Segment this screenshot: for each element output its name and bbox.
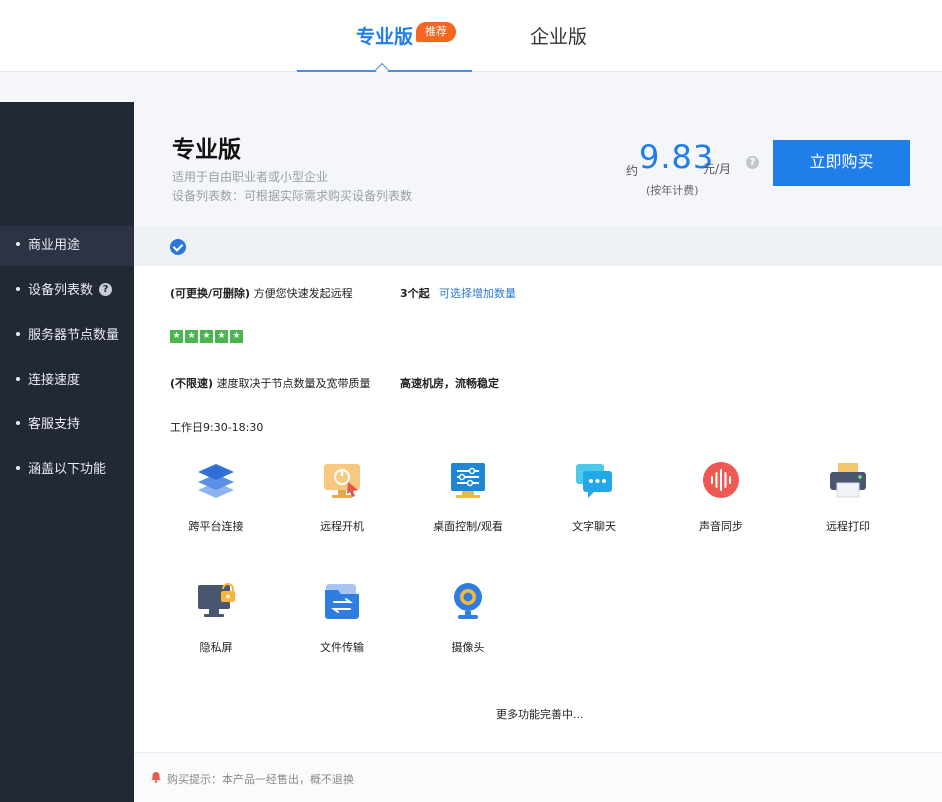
feature-sidebar: 商业用途 设备列表数? 服务器节点数量 连接速度 客服支持 涵盖以下功能 [0,102,134,802]
feature-cross-platform: 跨平台连接 [161,460,271,550]
camera-icon [454,583,482,619]
feature-label: 远程开机 [320,520,364,533]
sidebar-item-business-use: 商业用途 [0,226,134,266]
business-use-row [134,226,942,266]
feature-audio-sync: 声音同步 [666,460,776,550]
privacy-screen-icon [198,583,235,617]
star-icon: ★ [170,330,183,343]
more-features-note: 更多功能完善中... [496,708,584,721]
desktop-control-icon [451,463,485,498]
feature-label: 文字聊天 [572,520,616,533]
feature-label: 桌面控制/观看 [433,520,503,533]
plan-tabs: 专业版 推荐 企业版 [0,0,942,78]
sidebar-item-label: 连接速度 [28,373,81,388]
speed-desc: (不限速) 速度取决于节点数量及宽带质量 [170,375,371,391]
star-icon: ★ [230,330,243,343]
price-help-icon[interactable]: ? [746,156,759,169]
plan-device-note: 设备列表数：可根据实际需求购买设备列表数 [172,189,413,203]
sidebar-item-label: 涵盖以下功能 [28,462,107,477]
speed-desc-text: 速度取决于节点数量及宽带质量 [216,377,371,390]
feature-camera: 摄像头 [413,581,523,671]
speed-value: 高速机房，流畅稳定 [400,377,499,390]
feature-file-transfer: 文件传输 [287,581,397,671]
purchase-notice: 购买提示：本产品一经售出，概不退换 [134,753,942,802]
device-desc-bold: (可更换/可删除) [170,287,251,300]
buy-now-button[interactable]: 立即购买 [773,140,910,186]
price-note: (按年计费) [646,184,699,197]
device-list-desc: (可更换/可删除) 方便您快速发起远程 [170,285,353,301]
feature-remote-boot: 远程开机 [287,460,397,550]
bullet-icon [16,420,20,425]
device-count: 3个起 [400,287,430,300]
bullet-icon [16,286,20,291]
feature-remote-print: 远程打印 [793,460,903,550]
price-unit: 元/月 [703,162,732,176]
recommend-badge: 推荐 [416,22,456,42]
price-prefix: 约 [626,164,639,178]
feature-label: 摄像头 [451,641,485,654]
sidebar-item-label: 商业用途 [28,238,81,253]
bullet-icon [16,465,20,470]
tab-pro[interactable]: 专业版 [356,24,413,52]
help-icon[interactable]: ? [99,283,113,296]
star-icon: ★ [185,330,198,343]
support-hours: 工作日9:30-18:30 [170,421,264,434]
audio-wave-icon [703,462,739,498]
feature-label: 远程打印 [826,520,870,533]
sidebar-item-label: 服务器节点数量 [28,328,120,343]
check-icon [170,239,186,255]
feature-label: 跨平台连接 [188,520,244,533]
bullet-icon [16,241,20,246]
bullet-icon [16,331,20,336]
price: 约 9.83 元/月 (按年计费) [626,138,746,198]
sidebar-item-server-nodes: 服务器节点数量 [0,316,134,356]
speed-desc-bold: (不限速) [170,377,214,390]
feature-label: 声音同步 [699,520,743,533]
plan-subtitle: 适用于自由职业者或小型企业 [172,170,329,184]
plan-title: 专业版 [172,137,241,163]
star-icon: ★ [215,330,228,343]
sidebar-item-customer-support: 客服支持 [0,405,134,445]
sidebar-item-label: 设备列表数 [28,283,94,298]
chat-icon [576,464,612,498]
purchase-notice-text: 购买提示：本产品一经售出，概不退换 [167,773,354,786]
gap-band [0,72,942,102]
bullet-icon [16,376,20,381]
tab-enterprise[interactable]: 企业版 [530,24,587,52]
file-transfer-icon [325,584,359,619]
device-desc: 方便您快速发起远程 [253,287,353,300]
printer-icon [830,463,866,498]
server-rating: ★ ★ ★ ★ ★ [170,330,245,344]
sidebar-item-connection-speed: 连接速度 [0,361,134,401]
feature-desktop-control: 桌面控制/观看 [413,460,523,550]
feature-label: 隐私屏 [199,641,233,654]
plan-header: 专业版 适用于自由职业者或小型企业 设备列表数：可根据实际需求购买设备列表数 约… [134,102,942,226]
feature-text-chat: 文字聊天 [539,460,649,550]
sidebar-item-device-list: 设备列表数? [0,271,134,311]
sidebar-item-label: 客服支持 [28,417,81,432]
star-icon: ★ [200,330,213,343]
add-device-link[interactable]: 可选择增加数量 [439,285,516,301]
feature-privacy-screen: 隐私屏 [161,581,271,671]
power-monitor-icon [324,464,360,498]
bell-icon [151,772,161,783]
feature-label: 文件传输 [320,641,364,654]
sidebar-item-features: 涵盖以下功能 [0,450,134,490]
layers-icon [198,464,234,498]
